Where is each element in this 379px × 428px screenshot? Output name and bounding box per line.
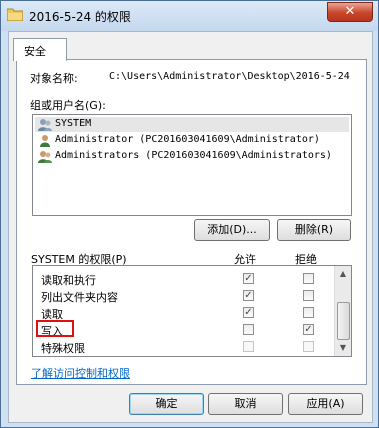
permissions-list: 读取和执行 ✓ 列出文件夹内容 ✓ 读取 ✓ 写入 ✓ 特殊权限 ▲ ▼ — [32, 265, 352, 357]
list-item-label: SYSTEM — [55, 118, 92, 129]
close-icon: ✕ — [344, 4, 356, 19]
scroll-up-icon[interactable]: ▲ — [335, 266, 351, 282]
list-item[interactable]: Administrator (PC201603041609\Administra… — [35, 133, 349, 148]
permission-row: 读取和执行 ✓ — [33, 271, 333, 287]
tab-security[interactable]: 安全 — [13, 38, 67, 61]
permission-name: 特殊权限 — [41, 342, 85, 355]
permission-name: 读取和执行 — [41, 274, 96, 287]
list-item[interactable]: Administrators (PC201603041609\Administr… — [35, 149, 349, 164]
allow-checkbox[interactable]: ✓ — [243, 290, 254, 301]
allow-checkbox[interactable]: ✓ — [243, 307, 254, 318]
object-name-value: C:\Users\Administrator\Desktop\2016-5-24 — [109, 71, 350, 82]
permissions-dialog: 2016-5-24 的权限 ✕ 安全 对象名称: C:\Users\Admini… — [0, 0, 379, 428]
user-group-icon — [38, 151, 52, 163]
cancel-button[interactable]: 取消 — [208, 393, 283, 415]
deny-checkbox[interactable] — [303, 307, 314, 318]
deny-checkbox[interactable] — [303, 341, 314, 352]
object-name-label: 对象名称: — [30, 72, 78, 85]
permission-row: 列出文件夹内容 ✓ — [33, 288, 333, 304]
add-button[interactable]: 添加(D)... — [194, 219, 270, 241]
list-item-label: Administrators (PC201603041609\Administr… — [55, 150, 332, 161]
remove-button[interactable]: 删除(R) — [277, 219, 351, 241]
groups-label: 组或用户名(G): — [30, 99, 106, 112]
help-link[interactable]: 了解访问控制和权限 — [31, 365, 130, 381]
deny-checkbox[interactable] — [303, 273, 314, 284]
close-button[interactable]: ✕ — [327, 2, 373, 22]
groups-listbox[interactable]: SYSTEM Administrator (PC201603041609\Adm… — [32, 114, 352, 216]
scrollbar[interactable]: ▲ ▼ — [334, 266, 351, 356]
list-item-label: Administrator (PC201603041609\Administra… — [55, 134, 320, 145]
deny-checkbox[interactable] — [303, 290, 314, 301]
permission-row: 写入 ✓ — [33, 322, 333, 338]
allow-checkbox[interactable]: ✓ — [243, 273, 254, 284]
apply-button[interactable]: 应用(A) — [288, 393, 363, 415]
highlight-box — [36, 320, 74, 337]
user-group-icon — [38, 119, 52, 131]
permission-row: 读取 ✓ — [33, 305, 333, 321]
title-bar[interactable]: 2016-5-24 的权限 ✕ — [1, 1, 378, 31]
list-item[interactable]: SYSTEM — [35, 117, 349, 132]
scroll-down-icon[interactable]: ▼ — [335, 340, 351, 356]
deny-checkbox[interactable]: ✓ — [303, 324, 314, 335]
tab-security-label: 安全 — [24, 45, 46, 58]
permission-name: 列出文件夹内容 — [41, 291, 118, 304]
allow-checkbox[interactable] — [243, 341, 254, 352]
folder-icon — [7, 8, 23, 21]
window-title: 2016-5-24 的权限 — [29, 10, 131, 24]
permission-row: 特殊权限 — [33, 339, 333, 355]
user-icon — [40, 135, 50, 147]
scroll-thumb[interactable] — [337, 302, 350, 340]
ok-button[interactable]: 确定 — [129, 393, 204, 415]
allow-checkbox[interactable] — [243, 324, 254, 335]
